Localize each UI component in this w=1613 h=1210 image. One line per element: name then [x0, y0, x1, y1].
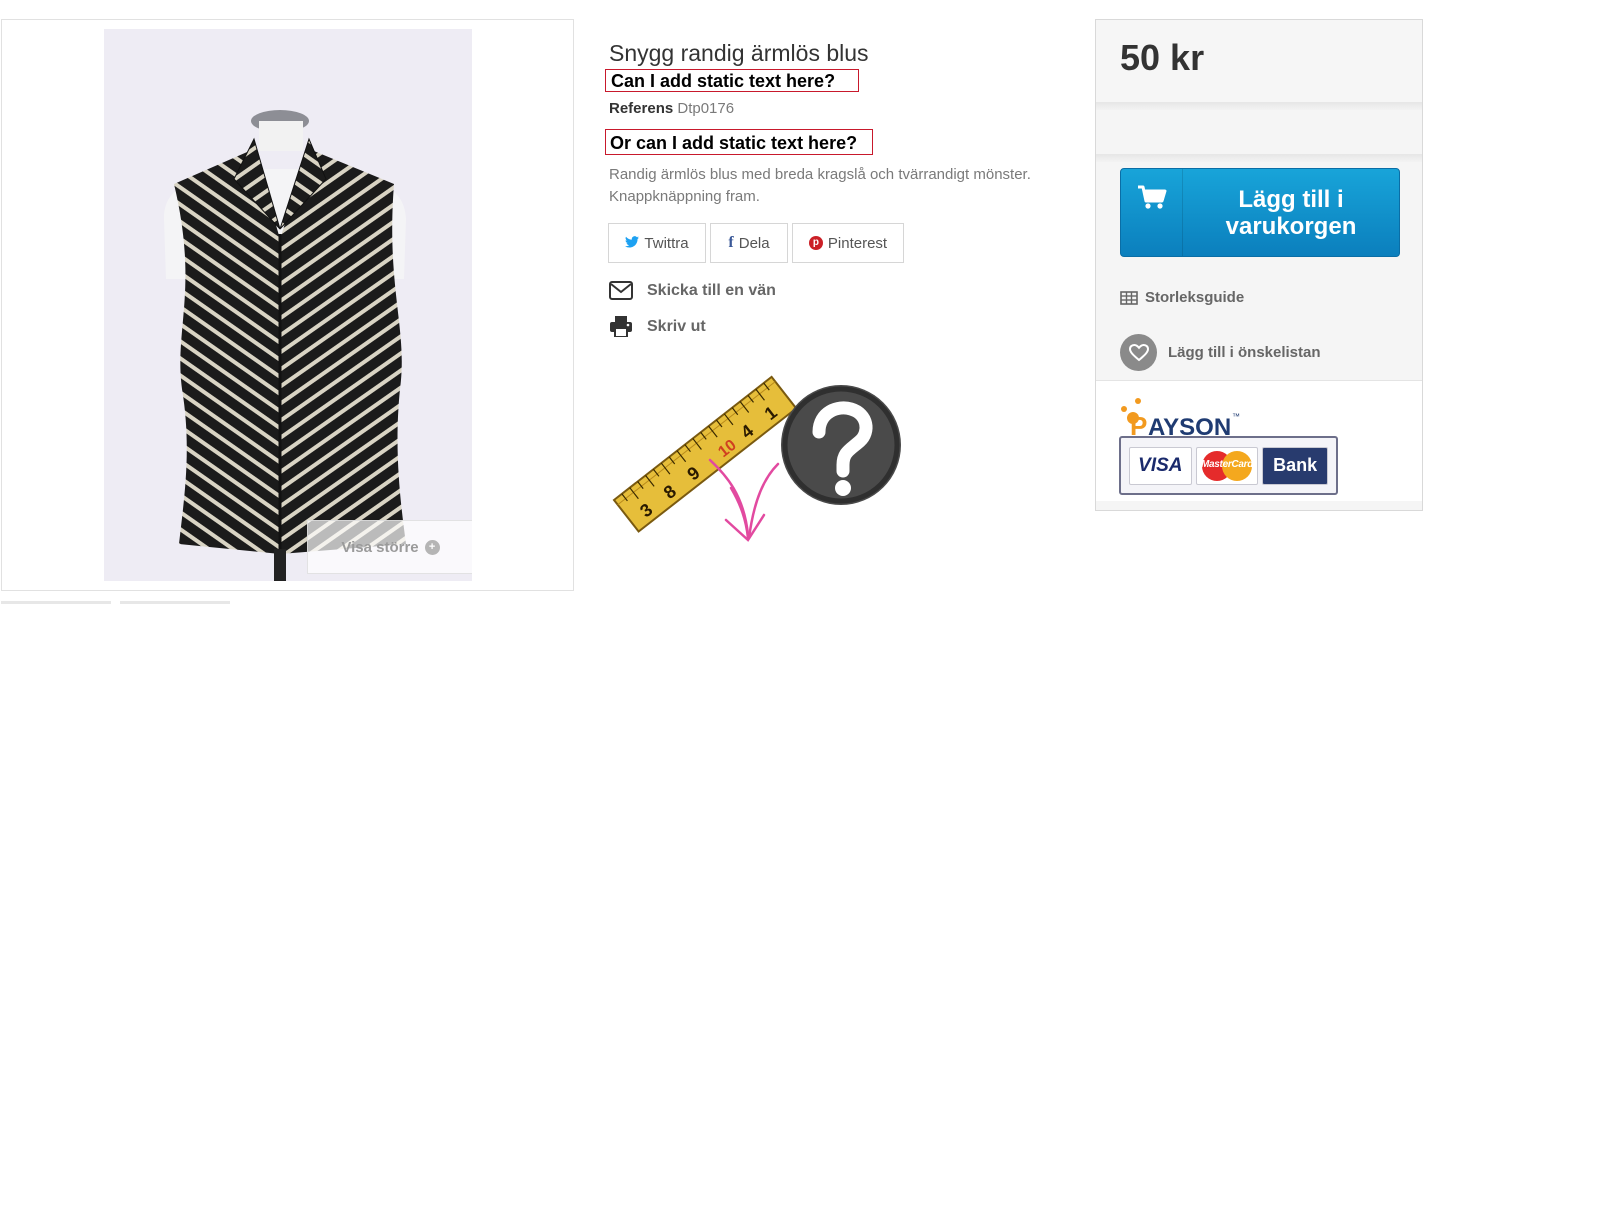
zoom-plus-icon: +: [424, 539, 440, 555]
product-description: Randig ärmlös blus med breda kragslå och…: [609, 166, 1031, 205]
print-link[interactable]: Skriv ut: [609, 316, 706, 337]
divider: [1096, 154, 1422, 162]
print-label: Skriv ut: [647, 317, 706, 335]
buy-box: 50 kr Lägg till i varukorgen Storleksgui…: [1095, 19, 1423, 511]
payson-logo: P AYSON ™: [1121, 398, 1240, 437]
heart-icon: [1120, 334, 1157, 371]
table-grid-icon: [1120, 290, 1138, 305]
facebook-icon: f: [728, 234, 734, 251]
static-text-box-1: Can I add static text here?: [605, 69, 859, 92]
tape-measure-icon: 3 8 9 10 4 1: [612, 375, 798, 533]
payson-logo-p: P: [1130, 411, 1147, 437]
product-title: Snygg randig ärmlös blus: [609, 40, 869, 66]
product-photo[interactable]: Visa större +: [104, 29, 472, 581]
static-text-box-2: Or can I add static text here?: [605, 129, 873, 155]
size-guide-link[interactable]: Storleksguide: [1120, 289, 1244, 306]
pinterest-icon: p: [808, 236, 823, 250]
share-twitter-button[interactable]: Twittra: [608, 223, 706, 263]
zoom-button[interactable]: Visa större +: [307, 520, 472, 574]
payment-methods: P AYSON ™ VISA MasterCard Bank: [1096, 380, 1422, 501]
bank-logo: Bank: [1262, 446, 1328, 485]
reference-value: Dtp0176: [677, 100, 735, 117]
add-to-cart-label: Lägg till i varukorgen: [1225, 185, 1357, 240]
share-facebook-button[interactable]: f Dela: [710, 223, 788, 263]
add-to-wishlist-link[interactable]: Lägg till i önskelistan: [1120, 334, 1321, 371]
share-twitter-label: Twittra: [644, 234, 689, 252]
product-image-frame: Visa större +: [1, 19, 574, 591]
mastercard-logo: MasterCard: [1195, 446, 1259, 485]
price-area: 50 kr: [1096, 20, 1422, 104]
question-mark-icon: [781, 385, 901, 505]
send-to-friend-link[interactable]: Skicka till en vän: [609, 281, 776, 300]
reference-row: Referens Dtp0176: [609, 100, 734, 117]
product-price: 50 kr: [1120, 37, 1205, 78]
share-facebook-label: Dela: [738, 234, 770, 252]
wishlist-label: Lägg till i önskelistan: [1168, 344, 1321, 361]
zoom-label: Visa större: [341, 538, 419, 556]
share-pinterest-label: Pinterest: [827, 234, 888, 252]
shopping-cart-icon: [1137, 185, 1166, 209]
envelope-icon: [609, 281, 633, 300]
payment-cards: VISA MasterCard Bank: [1119, 436, 1338, 495]
cart-icon-cell: [1121, 169, 1183, 256]
add-to-cart-button[interactable]: Lägg till i varukorgen: [1120, 168, 1400, 257]
mastercard-label: MasterCard: [1200, 458, 1254, 470]
size-help-illustration[interactable]: 3 8 9 10 4 1: [606, 360, 906, 545]
size-guide-label: Storleksguide: [1145, 289, 1245, 306]
payson-logo-text: AYSON: [1148, 414, 1231, 437]
thumbnail-tab-1[interactable]: [1, 601, 111, 604]
printer-icon: [610, 316, 632, 337]
send-to-friend-label: Skicka till en vän: [647, 281, 776, 299]
product-page: Visa större + Snygg randig ärmlös blus C…: [0, 0, 1613, 1210]
twitter-icon: [625, 235, 640, 251]
blouse-photo-graphic: [104, 29, 472, 581]
share-pinterest-button[interactable]: p Pinterest: [792, 223, 904, 263]
divider: [1096, 102, 1422, 110]
payson-logo-tm: ™: [1232, 412, 1240, 421]
visa-card-logo: VISA: [1129, 446, 1192, 485]
reference-label: Referens: [609, 100, 674, 117]
thumbnail-tab-2[interactable]: [120, 601, 230, 604]
arrow-icon: [708, 458, 780, 542]
